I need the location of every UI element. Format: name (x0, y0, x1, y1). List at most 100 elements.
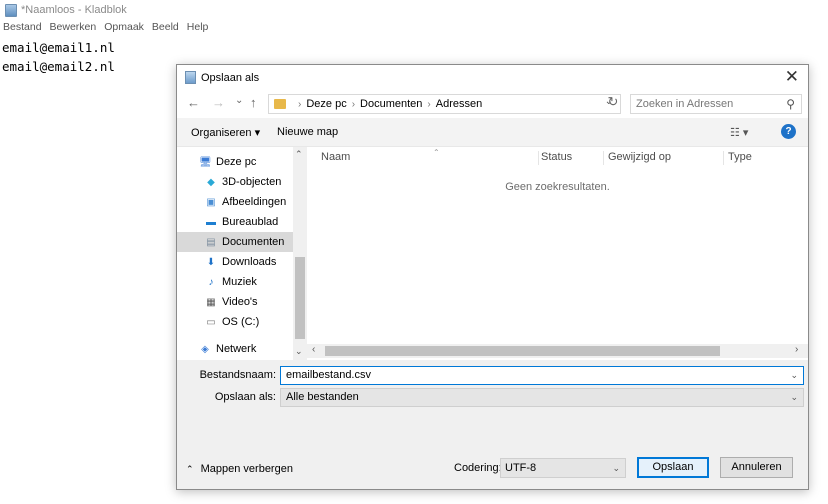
hide-folders-label: Mappen verbergen (200, 463, 293, 475)
encoding-select[interactable]: UTF-8 ⌄ (500, 458, 626, 478)
save-button[interactable]: Opslaan (637, 457, 709, 478)
computer-icon: 🖥 (199, 156, 212, 168)
music-icon: ♪ (208, 276, 214, 288)
tree-item-label: Netwerk (216, 343, 257, 355)
dialog-title: Opslaan als (201, 71, 260, 84)
breadcrumb-item[interactable]: Adressen (436, 98, 482, 110)
cancel-button[interactable]: Annuleren (720, 457, 793, 478)
breadcrumb-item[interactable]: Deze pc (306, 98, 346, 110)
back-arrow-icon[interactable]: ← (187, 95, 200, 110)
navigation-bar: ← → ⌄ ↑ › Deze pc › Documenten › Adresse… (177, 90, 808, 118)
organize-button[interactable]: Organiseren ▾ (191, 126, 260, 139)
tree-item[interactable]: ▤ Documenten (177, 232, 293, 252)
navigation-pane: ◈ Netwerk ▭ OS (C:) ▦ Video's ♪ Muziek ⬇ Download… (177, 146, 307, 361)
chevron-left-icon[interactable]: ‹ (312, 344, 315, 355)
cube-icon: ◆ (207, 176, 215, 188)
notepad-icon (185, 71, 196, 84)
video-icon: ▦ (206, 296, 216, 308)
column-header-type[interactable]: Type (724, 151, 804, 165)
column-header-status[interactable]: Status (537, 151, 604, 165)
chevron-right-icon: › (298, 98, 302, 110)
search-icon: ⚲ (786, 97, 795, 111)
tree-item-label: 3D-objecten (222, 176, 282, 188)
text-line: email@email2.nl (2, 59, 115, 74)
sort-up-icon: ⌃ (433, 148, 440, 157)
chevron-right-icon: › (351, 98, 356, 110)
close-icon[interactable]: ✕ (785, 67, 799, 87)
tree-item[interactable]: ▦ Video's (177, 292, 293, 312)
refresh-icon[interactable]: ↻ (604, 94, 622, 114)
column-header-modified[interactable]: Gewijzigd op (604, 151, 724, 165)
hide-folders-toggle[interactable]: ⌃ Mappen verbergen (186, 463, 293, 475)
tree-item[interactable]: ⬇ Downloads (177, 252, 293, 272)
download-icon: ⬇ (206, 256, 216, 268)
view-options-icon[interactable]: ☷ ▾ (730, 126, 748, 139)
tree-item-label: Downloads (222, 256, 277, 268)
tree-item[interactable]: ▬ Bureaublad (177, 212, 293, 232)
tree-item-label: Afbeeldingen (222, 196, 287, 208)
notepad-text-area[interactable]: email@email1.nl email@email2.nl (2, 38, 115, 76)
filename-label: Bestandsnaam: (199, 369, 276, 381)
encoding-label: Codering: (454, 462, 502, 474)
tree-item[interactable]: ◆ 3D-objecten (177, 172, 293, 192)
chevron-up-icon: ⌃ (186, 464, 194, 474)
command-toolbar: Organiseren ▾ Nieuwe map ☷ ▾ ? (177, 118, 808, 146)
desktop-icon: ▬ (206, 216, 216, 228)
menu-bestand[interactable]: Bestand (3, 21, 42, 38)
menu-beeld[interactable]: Beeld (152, 21, 179, 38)
chevron-right-icon: › (427, 98, 431, 110)
forward-arrow-icon[interactable]: → (212, 95, 225, 110)
menu-help[interactable]: Help (187, 21, 209, 38)
tree-item-label: Muziek (222, 276, 257, 288)
notepad-menubar: Bestand Bewerken Opmaak Beeld Help (0, 21, 213, 38)
search-placeholder: Zoeken in Adressen (636, 98, 734, 110)
breadcrumb-item[interactable]: Documenten (360, 98, 422, 110)
help-icon[interactable]: ? (781, 124, 796, 139)
chevron-up-icon[interactable]: ⌃ (295, 149, 303, 160)
encoding-value: UTF-8 (505, 462, 537, 474)
empty-message: Geen zoekresultaten. (505, 181, 610, 193)
navigation-scrollbar[interactable]: ⌃ ⌄ (293, 147, 307, 361)
chevron-down-icon[interactable]: ⌄ (295, 346, 303, 357)
chevron-down-icon: ⌄ (790, 392, 798, 402)
notepad-titlebar: *Naamloos - Kladblok (0, 0, 828, 20)
chevron-right-icon[interactable]: › (795, 344, 798, 355)
scroll-thumb[interactable] (295, 257, 305, 339)
tree-item[interactable]: 🖥 Deze pc (177, 152, 293, 172)
filename-input[interactable]: emailbestand.csv ⌄ (280, 366, 804, 385)
tree-item[interactable]: ◈ Netwerk (177, 339, 293, 359)
address-bar[interactable]: › Deze pc › Documenten › Adressen ⌄ (268, 94, 621, 114)
up-arrow-icon[interactable]: ↑ (250, 95, 257, 110)
search-input[interactable]: Zoeken in Adressen ⚲ (630, 94, 802, 114)
column-header-name[interactable]: Naam ⌃ (317, 148, 539, 165)
text-line: email@email1.nl (2, 40, 115, 55)
horizontal-scrollbar[interactable]: ‹ › (307, 344, 808, 358)
notepad-icon (5, 3, 17, 17)
new-folder-button[interactable]: Nieuwe map (277, 126, 338, 138)
tree-item-label: Documenten (222, 236, 285, 248)
tree-item[interactable]: ♪ Muziek (177, 272, 293, 292)
network-icon: ◈ (201, 343, 209, 355)
chevron-down-icon: ⌄ (612, 463, 620, 473)
file-list: Naam ⌃ Status Gewijzigd op Type Geen zoe… (307, 146, 808, 360)
notepad-title: *Naamloos - Kladblok (21, 4, 127, 16)
save-type-label: Opslaan als: (214, 391, 276, 403)
tree-item[interactable]: ▭ OS (C:) (177, 312, 293, 332)
recent-locations-icon[interactable]: ⌄ (235, 95, 243, 106)
pictures-icon: ▣ (206, 196, 216, 208)
dialog-titlebar: Opslaan als ✕ (177, 65, 808, 90)
tree-item-label: Bureaublad (222, 216, 279, 228)
save-type-value: Alle bestanden (286, 391, 359, 403)
tree-item[interactable]: ▣ Afbeeldingen (177, 192, 293, 212)
filename-value: emailbestand.csv (286, 369, 371, 381)
folder-icon (274, 99, 286, 109)
save-as-dialog: Opslaan als ✕ ← → ⌄ ↑ › Deze pc › Docume… (176, 64, 809, 490)
save-type-select[interactable]: Alle bestanden ⌄ (280, 388, 804, 407)
chevron-down-icon[interactable]: ⌄ (790, 367, 798, 384)
menu-opmaak[interactable]: Opmaak (104, 21, 144, 38)
documents-icon: ▤ (206, 236, 216, 248)
scroll-thumb[interactable] (325, 346, 720, 356)
menu-bewerken[interactable]: Bewerken (50, 21, 97, 38)
tree-item-label: OS (C:) (222, 316, 260, 328)
tree-item-label: Deze pc (216, 156, 257, 168)
